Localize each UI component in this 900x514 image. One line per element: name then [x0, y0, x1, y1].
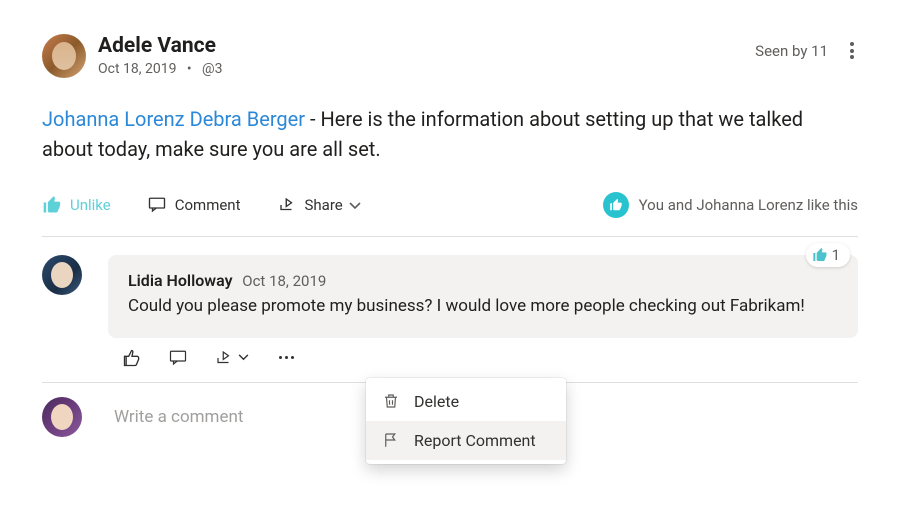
comment-more-button[interactable] [275, 354, 298, 361]
menu-report[interactable]: Report Comment [366, 421, 566, 460]
comment-text: Could you please promote my business? I … [128, 294, 838, 320]
post-body: Johanna Lorenz Debra Berger - Here is th… [42, 104, 858, 164]
post-header: Adele Vance Oct 18, 2019 • @3 Seen by 11 [42, 34, 858, 78]
likes-summary-text: You and Johanna Lorenz like this [639, 196, 858, 214]
comment-author-avatar[interactable] [42, 255, 82, 295]
comment-button[interactable]: Comment [147, 196, 241, 214]
comment-actions: Delete Report Comment [122, 348, 858, 368]
flag-icon [382, 431, 400, 449]
comment-author-name[interactable]: Lidia Holloway [128, 271, 233, 290]
thumbs-up-outline-icon [122, 348, 142, 368]
share-icon [277, 196, 297, 214]
post-more-menu-icon[interactable] [846, 40, 858, 61]
comment-more-menu: Delete Report Comment [366, 378, 566, 464]
thumbs-up-icon [812, 247, 828, 263]
comment-share-button[interactable] [214, 349, 249, 367]
comment-like-button[interactable] [122, 348, 142, 368]
comment-bubble: 1 Lidia Holloway Oct 18, 2019 Could you … [108, 255, 858, 338]
comment-icon [168, 349, 188, 367]
meta-separator: • [187, 61, 192, 77]
trash-icon [382, 392, 400, 410]
comment-like-count[interactable]: 1 [806, 243, 850, 267]
likes-summary[interactable]: You and Johanna Lorenz like this [603, 192, 858, 218]
mention-link[interactable]: Johanna Lorenz Debra Berger [42, 107, 305, 131]
chevron-down-icon [349, 196, 369, 214]
header-text: Adele Vance Oct 18, 2019 • @3 [98, 34, 755, 77]
comment-like-number: 1 [832, 246, 840, 264]
share-button[interactable]: Share [277, 196, 369, 214]
menu-delete[interactable]: Delete [366, 382, 566, 421]
comment-main: 1 Lidia Holloway Oct 18, 2019 Could you … [108, 255, 858, 368]
current-user-avatar[interactable] [42, 397, 82, 437]
author-avatar[interactable] [42, 34, 86, 78]
chevron-down-icon [238, 354, 249, 361]
seen-by-count[interactable]: Seen by 11 [755, 42, 828, 60]
comment-icon [147, 196, 167, 214]
author-name[interactable]: Adele Vance [98, 34, 755, 59]
unlike-label: Unlike [70, 196, 111, 214]
post-ref[interactable]: @3 [202, 61, 222, 77]
menu-delete-label: Delete [414, 392, 459, 411]
share-icon [214, 349, 234, 367]
comment-date: Oct 18, 2019 [242, 272, 326, 290]
menu-report-label: Report Comment [414, 431, 536, 450]
header-right: Seen by 11 [755, 40, 858, 61]
post-actions-row: Unlike Comment Share You and Johanna Lor… [42, 192, 858, 237]
comment-label: Comment [175, 196, 241, 214]
like-icon [42, 195, 62, 215]
post-meta: Oct 18, 2019 • @3 [98, 61, 755, 77]
yammer-post: Adele Vance Oct 18, 2019 • @3 Seen by 11… [0, 0, 900, 437]
unlike-button[interactable]: Unlike [42, 195, 111, 215]
post-date: Oct 18, 2019 [98, 61, 176, 77]
comment-reply-button[interactable] [168, 349, 188, 367]
like-badge-icon [603, 192, 629, 218]
comment: 1 Lidia Holloway Oct 18, 2019 Could you … [42, 255, 858, 383]
share-label: Share [305, 196, 343, 214]
